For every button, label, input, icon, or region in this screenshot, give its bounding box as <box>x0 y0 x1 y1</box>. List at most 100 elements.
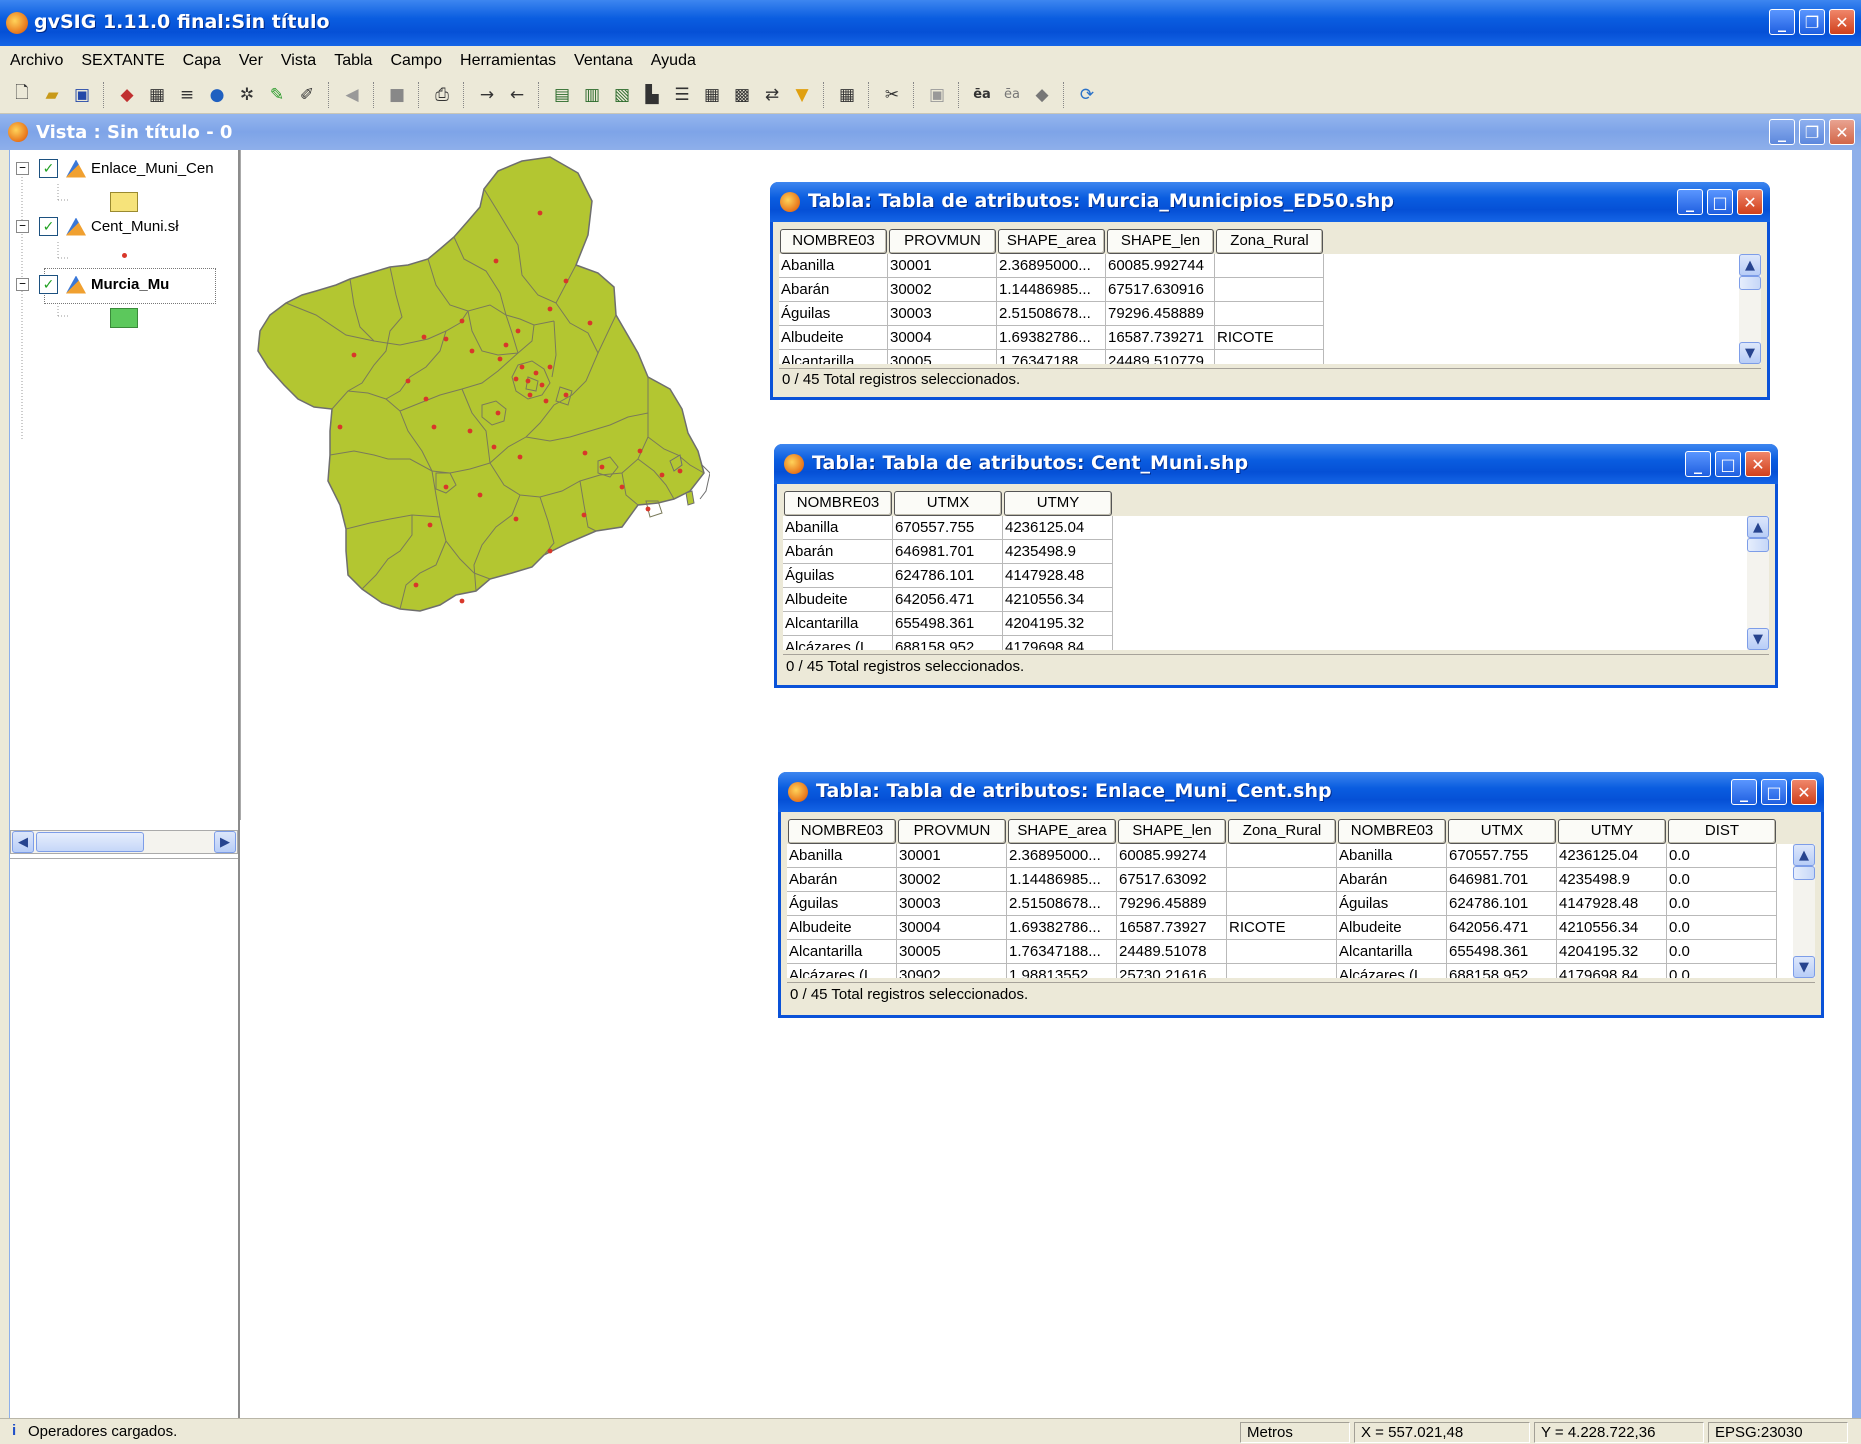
table-row[interactable]: Albudeite 30004 1.69382786... 16587.739271 R… <box>779 326 1739 350</box>
maximize-icon[interactable]: □ <box>1761 779 1787 805</box>
close-icon[interactable]: ✕ <box>1829 119 1855 145</box>
label-icon[interactable]: ēa <box>970 83 994 107</box>
table-row[interactable]: Águilas 624786.101 4147928.48 <box>783 564 1747 588</box>
table-cell[interactable]: Águilas <box>783 564 893 588</box>
table-cell[interactable]: Abarán <box>779 278 888 302</box>
column-header[interactable]: PROVMUN <box>898 819 1006 844</box>
table-cell[interactable]: 670557.755 <box>893 516 1003 540</box>
column-header[interactable]: Zona_Rural <box>1216 229 1323 254</box>
table-cell[interactable] <box>1215 278 1324 302</box>
table-cell[interactable]: Alcantarilla <box>779 350 888 364</box>
table-cell[interactable]: Águilas <box>787 892 897 916</box>
table-cell[interactable]: 0.0 <box>1667 964 1777 978</box>
table-cell[interactable]: 4204195.32 <box>1557 940 1667 964</box>
globe-icon[interactable]: ● <box>205 83 229 107</box>
table-cell[interactable]: 30003 <box>888 302 997 326</box>
add-layer-icon[interactable]: ◆ <box>115 83 139 107</box>
scroll-up-icon[interactable]: ▲ <box>1747 516 1769 538</box>
tools-icon[interactable]: ✂ <box>880 83 904 107</box>
table-cell[interactable]: 30004 <box>897 916 1007 940</box>
scroll-up-icon[interactable]: ▲ <box>1793 844 1815 866</box>
table-cell[interactable]: 0.0 <box>1667 916 1777 940</box>
table-cell[interactable]: 30005 <box>888 350 997 364</box>
swap-icon[interactable]: ⇄ <box>760 83 784 107</box>
table-cell[interactable]: Abarán <box>787 868 897 892</box>
column-header[interactable]: SHAPE_area <box>1008 819 1116 844</box>
table-cell[interactable]: 16587.73927 <box>1117 916 1227 940</box>
column-header[interactable]: NOMBRE03 <box>784 491 892 516</box>
menu-archivo[interactable]: Archivo <box>0 52 72 70</box>
vertical-scrollbar[interactable]: ▲ ▼ <box>1747 516 1769 650</box>
table-cell[interactable]: 4235498.9 <box>1003 540 1113 564</box>
minimize-icon[interactable]: _ <box>1685 451 1711 477</box>
minimize-icon[interactable]: _ <box>1769 119 1795 145</box>
edit-icon[interactable]: ✎ <box>265 83 289 107</box>
menu-vista[interactable]: Vista <box>272 52 325 70</box>
table-cell[interactable] <box>1215 254 1324 278</box>
minimize-icon[interactable]: _ <box>1769 9 1795 35</box>
restore-icon[interactable]: ❐ <box>1799 9 1825 35</box>
table-cell[interactable]: 4204195.32 <box>1003 612 1113 636</box>
table-join-icon[interactable]: ▥ <box>580 83 604 107</box>
table-cell[interactable]: 24489.51078 <box>1117 940 1227 964</box>
scroll-down-icon[interactable]: ▼ <box>1793 956 1815 978</box>
column-header[interactable]: SHAPE_len <box>1118 819 1226 844</box>
table-cell[interactable]: 655498.361 <box>893 612 1003 636</box>
table-cell[interactable]: 1.69382786... <box>1007 916 1117 940</box>
table-row[interactable]: Albudeite 642056.471 4210556.34 <box>783 588 1747 612</box>
table-cell[interactable]: Abarán <box>1337 868 1447 892</box>
restore-icon[interactable]: ❐ <box>1799 119 1825 145</box>
table-cell[interactable]: 67517.630916 <box>1106 278 1215 302</box>
menu-herramientas[interactable]: Herramientas <box>451 52 565 70</box>
table-cell[interactable]: Alcantarilla <box>787 940 897 964</box>
column-header[interactable]: NOMBRE03 <box>788 819 896 844</box>
raster-icon[interactable]: ▦ <box>145 83 169 107</box>
column-header[interactable]: SHAPE_len <box>1107 229 1214 254</box>
close-icon[interactable]: ✕ <box>1745 451 1771 477</box>
table-icon[interactable]: ▤ <box>550 83 574 107</box>
close-icon[interactable]: ✕ <box>1791 779 1817 805</box>
table-cell[interactable]: RICOTE <box>1215 326 1324 350</box>
table-cell[interactable]: 16587.739271 <box>1106 326 1215 350</box>
column-header[interactable]: UTMY <box>1004 491 1112 516</box>
table-cell[interactable]: Albudeite <box>1337 916 1447 940</box>
menu-sextante[interactable]: SEXTANTE <box>72 52 173 70</box>
table-cell[interactable]: 0.0 <box>1667 892 1777 916</box>
minimize-icon[interactable]: _ <box>1731 779 1757 805</box>
back-icon[interactable]: ◀ <box>340 83 364 107</box>
open-icon[interactable]: ▰ <box>40 83 64 107</box>
table-cell[interactable]: Albudeite <box>787 916 897 940</box>
maximize-icon[interactable]: □ <box>1707 189 1733 215</box>
scroll-thumb[interactable] <box>1793 866 1815 880</box>
table-cell[interactable]: 655498.361 <box>1447 940 1557 964</box>
table-cell[interactable]: Abanilla <box>1337 844 1447 868</box>
table-cell[interactable]: 642056.471 <box>893 588 1003 612</box>
table-cell[interactable]: 4147928.48 <box>1557 892 1667 916</box>
table-cell[interactable]: 1.76347188... <box>997 350 1106 364</box>
table-window-title-bar[interactable]: Tabla: Tabla de atributos: Murcia_Munici… <box>770 182 1770 222</box>
table-cell[interactable]: 30004 <box>888 326 997 350</box>
sort-icon[interactable]: ☰ <box>670 83 694 107</box>
arrow-right-icon[interactable]: → <box>475 83 499 107</box>
table-cell[interactable]: 30902 <box>897 964 1007 978</box>
table-cell[interactable]: 4179698.84 <box>1557 964 1667 978</box>
scroll-down-icon[interactable]: ▼ <box>1739 342 1761 364</box>
table-cell[interactable]: 60085.992744 <box>1106 254 1215 278</box>
table-cell[interactable]: 1.98813552... <box>1007 964 1117 978</box>
menu-ayuda[interactable]: Ayuda <box>642 52 705 70</box>
table-cell[interactable]: 30002 <box>897 868 1007 892</box>
table-row[interactable]: Alcantarilla 30005 1.76347188... 24489.5107… <box>779 350 1739 364</box>
statistics-icon[interactable]: ▙ <box>640 83 664 107</box>
table-cell[interactable] <box>1215 350 1324 364</box>
table-cell[interactable]: 2.36895000... <box>997 254 1106 278</box>
table-cell[interactable]: 0.0 <box>1667 868 1777 892</box>
column-header[interactable]: SHAPE_area <box>998 229 1105 254</box>
table-cell[interactable]: 646981.701 <box>893 540 1003 564</box>
table-cell[interactable]: 1.76347188... <box>1007 940 1117 964</box>
column-header[interactable]: UTMX <box>1448 819 1556 844</box>
table-cell[interactable]: 4235498.9 <box>1557 868 1667 892</box>
column-header[interactable]: PROVMUN <box>889 229 996 254</box>
menu-campo[interactable]: Campo <box>381 52 451 70</box>
table-cell[interactable]: Abanilla <box>787 844 897 868</box>
select-icon[interactable]: ■ <box>385 83 409 107</box>
